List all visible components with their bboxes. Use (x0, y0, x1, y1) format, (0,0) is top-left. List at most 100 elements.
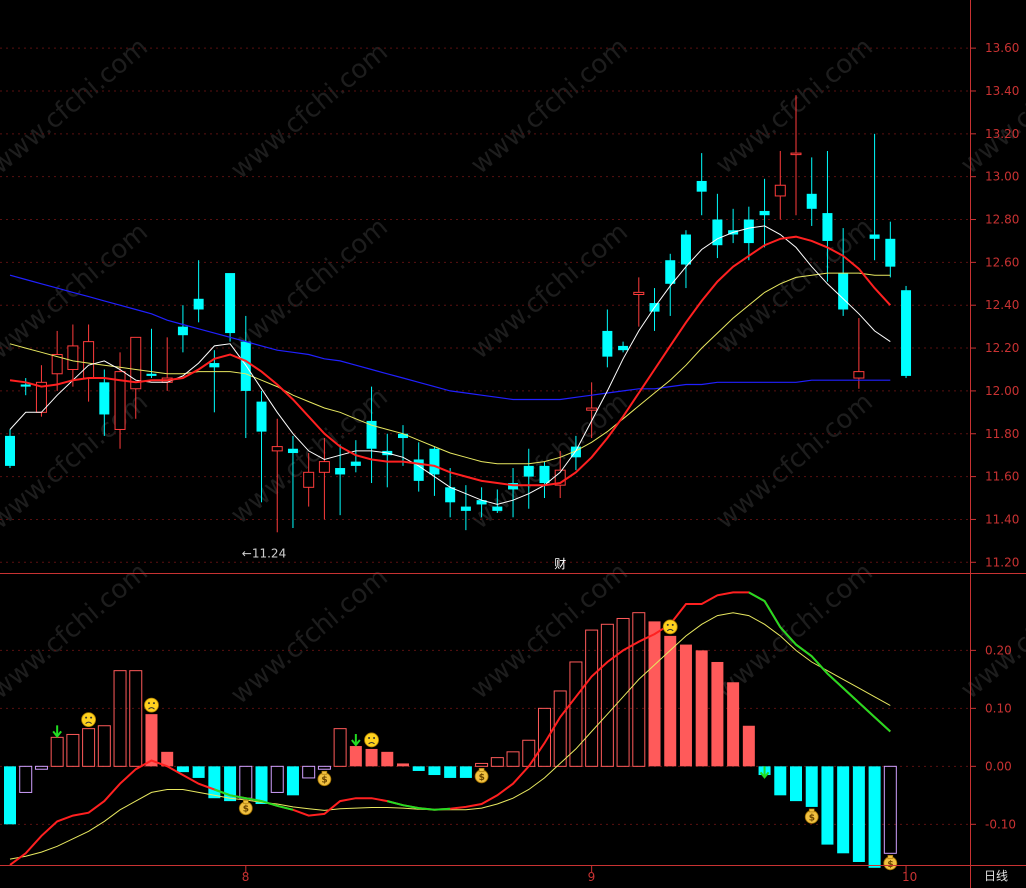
macd-bar-neg-falling (412, 766, 425, 771)
candle-down (429, 448, 440, 475)
macd-bar-pos-rising (632, 612, 646, 767)
macd-bar-neg-falling (192, 766, 205, 778)
candle-down (539, 465, 550, 484)
macd-bar-pos-falling (695, 650, 708, 767)
macd-bar-neg-falling (208, 766, 221, 799)
candle-up (318, 461, 330, 473)
candle-down (901, 290, 912, 376)
candle-down (618, 345, 629, 351)
period-label[interactable]: 日线 (984, 869, 1008, 883)
macd-bar-pos-rising (522, 739, 536, 767)
candle-down (193, 298, 204, 310)
macd-bar-pos-rising (475, 762, 489, 767)
watermark-text: www.cfchi.com (0, 32, 154, 180)
macd-bar-pos-rising (97, 725, 111, 767)
macd-bar-neg-falling (286, 766, 299, 796)
macd-bar-neg-falling (774, 766, 787, 796)
ma-line-red (9, 235, 892, 487)
candle-down (240, 341, 251, 391)
macd-bar-pos-falling (664, 635, 677, 767)
macd-bar-neg-rising (883, 765, 897, 854)
sad-face-icon (144, 697, 159, 713)
y-tick-label: 11.40 (985, 512, 1019, 526)
candle-up (303, 471, 315, 488)
macd-bar-pos-rising (490, 757, 504, 767)
macd-bar-pos-rising (600, 623, 614, 767)
macd-bar-neg-rising (302, 765, 316, 779)
candle-down (523, 465, 534, 477)
candle-down (99, 382, 110, 415)
candle-down (398, 433, 408, 439)
macd-tick-label: -0.10 (985, 817, 1016, 831)
y-tick-label: 13.00 (985, 170, 1019, 184)
dif-line-green-segment (387, 800, 451, 811)
macd-bar-neg-falling (868, 766, 881, 868)
candle-up (853, 371, 865, 379)
macd-bar-pos-falling (349, 746, 362, 767)
y-tick-label: 12.00 (985, 384, 1019, 398)
macd-bar-neg-falling (255, 766, 268, 805)
candle-down (885, 238, 896, 267)
macd-bar-neg-falling (821, 766, 834, 845)
macd-bar-neg-rising (19, 765, 33, 793)
candle-down (5, 435, 15, 466)
macd-bar-pos-falling (648, 621, 661, 767)
macd-tick-label: 0.20 (985, 643, 1012, 657)
macd-bar-pos-rising (50, 736, 64, 767)
macd-tick-label: 0.00 (985, 759, 1012, 773)
money-bag-icon: $ (474, 768, 489, 784)
money-bag-icon: $ (804, 808, 819, 824)
candle-down (177, 326, 188, 336)
macd-bar-neg-falling (459, 766, 472, 778)
candle-down (806, 193, 817, 209)
macd-panel: $ $ $ $ $ (4, 591, 898, 871)
macd-tick-label: 0.10 (985, 701, 1012, 715)
macd-bar-neg-rising (34, 765, 48, 770)
green-down-arrow-icon (52, 725, 62, 738)
candle-down (696, 180, 707, 192)
macd-bar-pos-rising (66, 733, 80, 767)
candle-down (743, 219, 754, 244)
y-tick-label: 12.40 (985, 298, 1019, 312)
macd-bar-pos-rising (113, 670, 127, 767)
candle-down (759, 210, 770, 216)
macd-bar-pos-falling (742, 725, 755, 767)
candle-up (83, 341, 95, 379)
macd-bar-neg-falling (790, 766, 802, 802)
macd-bar-pos-falling (145, 714, 158, 767)
candle-down (822, 213, 833, 241)
svg-text:$: $ (479, 773, 485, 783)
macd-bar-pos-falling (381, 751, 394, 767)
watermark-text: www.cfchi.com (955, 557, 1026, 705)
candle-down (287, 448, 298, 454)
macd-bar-pos-rising (569, 661, 583, 767)
watermark-text: www.cfchi.com (465, 387, 634, 535)
candle-up (67, 345, 79, 370)
macd-bar-neg-rising (317, 765, 331, 770)
candle-up (271, 446, 283, 452)
macd-bar-neg-rising (239, 765, 253, 799)
candle-down (869, 234, 880, 239)
macd-bar-neg-falling (444, 766, 457, 778)
candle-down (460, 506, 471, 511)
candle-down (335, 468, 346, 475)
y-tick-label: 12.20 (985, 341, 1019, 355)
watermark-text: www.cfchi.com (465, 32, 634, 180)
y-tick-label: 11.60 (985, 470, 1019, 484)
money-bag-icon: $ (317, 770, 332, 787)
y-tick-label: 13.60 (985, 41, 1019, 55)
macd-bar-pos-rising (553, 690, 567, 767)
macd-bar-pos-rising (506, 751, 520, 767)
sad-face-icon (364, 732, 379, 748)
macd-bar-pos-rising (82, 728, 96, 767)
watermark-text: www.cfchi.com (0, 387, 154, 535)
watermark-text: www.cfchi.com (225, 382, 394, 530)
finance-marker[interactable]: 财 (554, 557, 566, 571)
candle-down (838, 273, 849, 310)
macd-bar-neg-falling (805, 766, 818, 807)
watermark-text: www.cfchi.com (710, 387, 879, 535)
macd-bar-pos-rising (129, 670, 143, 767)
candle-up (790, 152, 802, 156)
svg-text:$: $ (321, 776, 327, 786)
candle-down (256, 401, 267, 432)
